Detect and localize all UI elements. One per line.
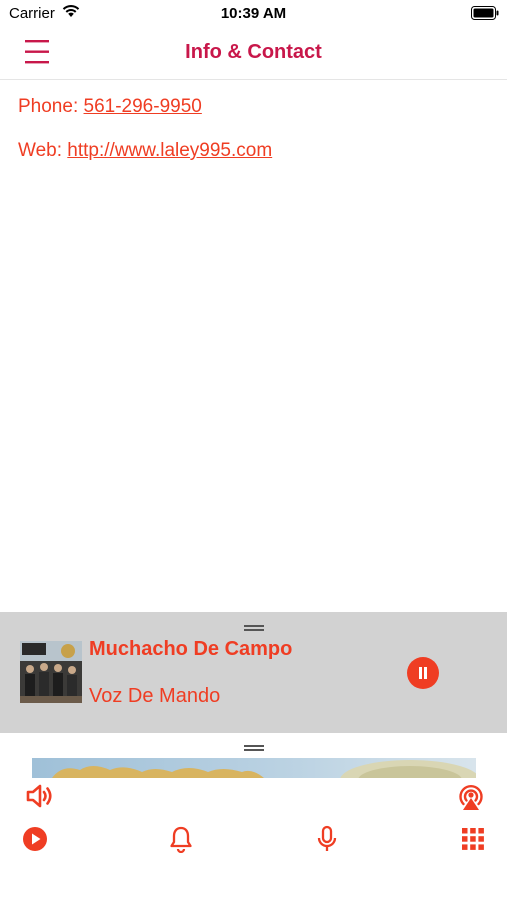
contact-info: Phone: 561-296-9950 Web: http://www.lale…	[18, 96, 489, 184]
album-art	[20, 641, 82, 703]
web-link[interactable]: http://www.laley995.com	[67, 140, 272, 161]
status-time: 10:39 AM	[220, 5, 287, 22]
play-icon[interactable]	[22, 826, 48, 852]
phone-link[interactable]: 561-296-9950	[84, 96, 202, 117]
battery-icon	[471, 6, 499, 20]
status-bar: Carrier 10:39 AM	[0, 0, 507, 28]
track-title: Muchacho De Campo	[89, 638, 293, 660]
now-playing-bar[interactable]: Muchacho De Campo Voz De Mando	[0, 612, 507, 733]
page-title: Info & Contact	[185, 41, 322, 63]
volume-icon[interactable]	[25, 782, 53, 810]
bell-icon[interactable]	[169, 825, 193, 853]
web-row: Web: http://www.laley995.com	[18, 140, 489, 162]
phone-row: Phone: 561-296-9950	[18, 96, 489, 118]
web-label: Web:	[18, 140, 63, 161]
pause-button[interactable]	[407, 657, 439, 689]
airplay-icon[interactable]	[456, 782, 486, 812]
bottom-panel	[0, 733, 507, 900]
ad-banner[interactable]	[32, 758, 476, 778]
track-artist: Voz De Mando	[89, 685, 221, 707]
grid-menu-icon[interactable]	[462, 828, 484, 850]
microphone-icon[interactable]	[315, 825, 339, 853]
navigation-bar: Info & Contact	[0, 28, 507, 80]
panel-drag-handle[interactable]	[244, 745, 264, 751]
phone-label: Phone:	[18, 96, 79, 117]
player-drag-handle[interactable]	[244, 625, 264, 631]
